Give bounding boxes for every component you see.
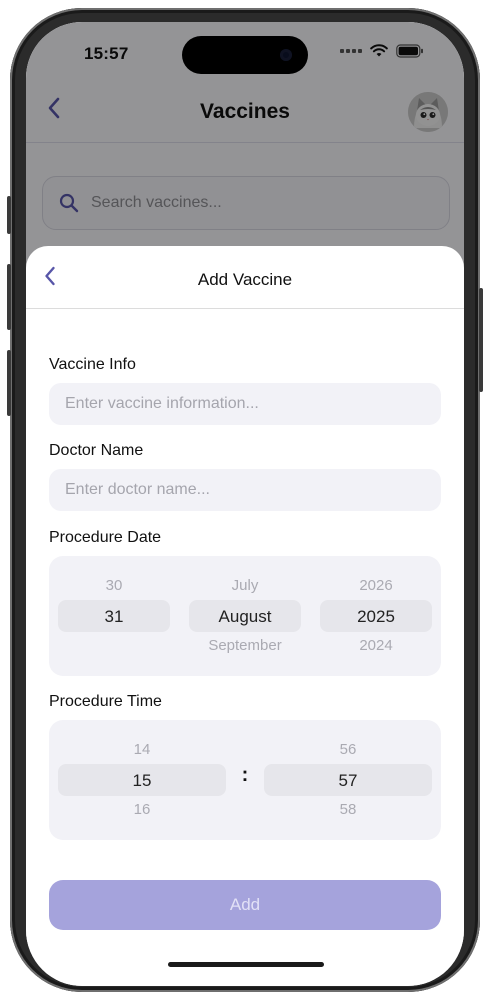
doctor-name-input[interactable] <box>49 469 441 511</box>
time-separator: : <box>241 764 249 786</box>
sheet-header: Add Vaccine <box>26 246 464 309</box>
volume-up-button <box>7 264 11 330</box>
hour-next[interactable]: 16 <box>58 801 226 818</box>
screen: 15:57 Vaccines Search vaccines... Add Va… <box>26 22 464 986</box>
month-prev[interactable]: July <box>189 577 301 594</box>
vaccine-info-input[interactable] <box>49 383 441 425</box>
time-picker: 14 15 16 : 56 57 58 <box>49 720 441 840</box>
minute-next[interactable]: 58 <box>264 801 432 818</box>
year-selected[interactable]: 2025 <box>320 607 432 627</box>
home-indicator[interactable] <box>168 962 324 967</box>
minute-selected[interactable]: 57 <box>264 771 432 791</box>
vaccine-info-label: Vaccine Info <box>49 356 136 373</box>
volume-down-button <box>7 350 11 416</box>
month-selected[interactable]: August <box>189 607 301 627</box>
add-vaccine-sheet: Add Vaccine Vaccine Info Doctor Name Pro… <box>26 246 464 986</box>
sheet-title: Add Vaccine <box>197 270 293 289</box>
date-picker: 30 31 July August September 2026 2025 20… <box>49 556 441 676</box>
hour-selected[interactable]: 15 <box>58 771 226 791</box>
year-prev[interactable]: 2026 <box>320 577 432 594</box>
month-next[interactable]: September <box>189 637 301 654</box>
doctor-name-label: Doctor Name <box>49 442 144 459</box>
minute-wheel[interactable]: 56 57 58 <box>264 720 432 840</box>
hour-prev[interactable]: 14 <box>58 741 226 758</box>
procedure-date-label: Procedure Date <box>49 529 162 546</box>
hour-wheel[interactable]: 14 15 16 <box>58 720 226 840</box>
procedure-time-label: Procedure Time <box>49 693 162 710</box>
year-wheel[interactable]: 2026 2025 2024 <box>320 556 432 676</box>
add-button[interactable]: Add <box>49 880 441 930</box>
day-wheel[interactable]: 30 31 <box>58 556 170 676</box>
month-wheel[interactable]: July August September <box>189 556 301 676</box>
year-next[interactable]: 2024 <box>320 637 432 654</box>
day-prev[interactable]: 30 <box>58 577 170 594</box>
power-button <box>479 288 483 392</box>
action-button <box>7 196 11 234</box>
day-selected[interactable]: 31 <box>58 607 170 627</box>
minute-prev[interactable]: 56 <box>264 741 432 758</box>
